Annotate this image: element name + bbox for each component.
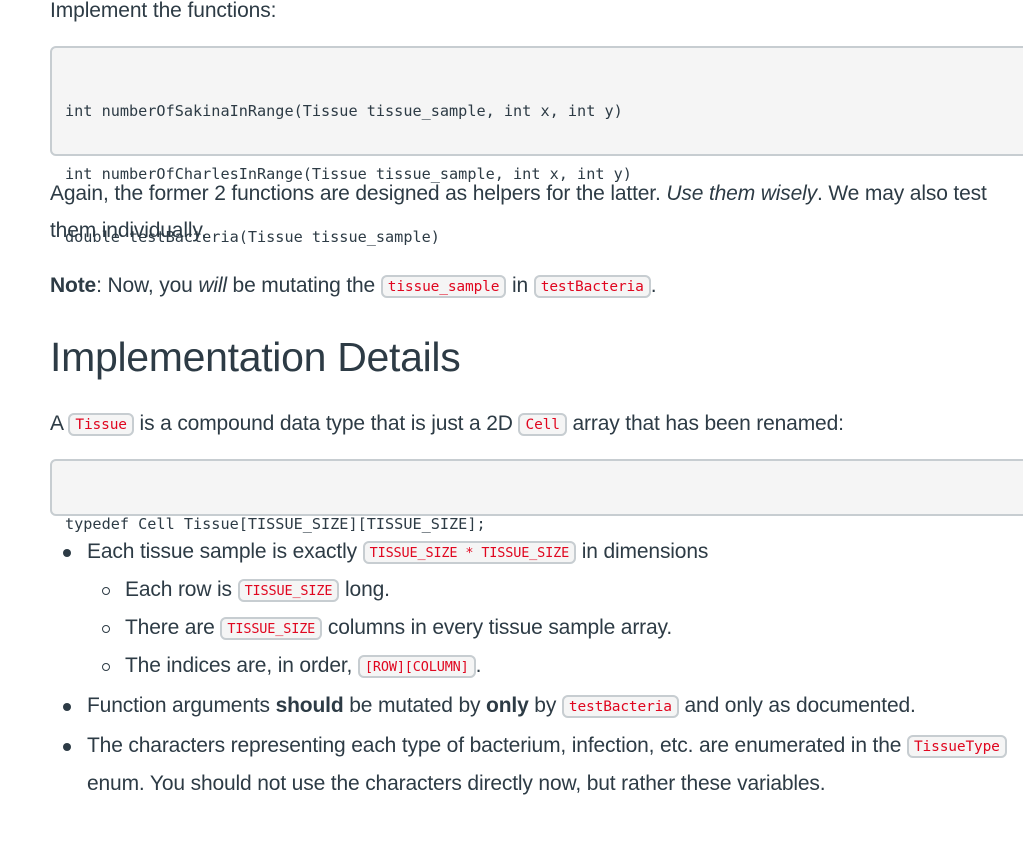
inline-code: TISSUE_SIZE * TISSUE_SIZE [362, 541, 577, 564]
text: The characters representing each type of… [87, 734, 907, 757]
function-signatures-code-block: int numberOfSakinaInRange(Tissue tissue_… [50, 46, 1023, 246]
text: enum. You should not use the characters … [87, 772, 826, 795]
inline-code-test-bacteria: testBacteria [533, 275, 651, 298]
text: in dimensions [576, 540, 709, 563]
list-item: The characters representing each type of… [63, 728, 1023, 802]
helpers-paragraph: Again, the former 2 functions are design… [50, 175, 1010, 249]
bold-text: should [275, 694, 344, 717]
text: long. [339, 578, 390, 601]
note-paragraph: Note: Now, you will be mutating the tiss… [50, 267, 1010, 307]
typedef-code-block: typedef Cell Tissue[TISSUE_SIZE][TISSUE_… [50, 459, 1023, 533]
text: . [475, 654, 482, 677]
tissue-definition-paragraph: A Tissue is a compound data type that is… [50, 405, 1010, 445]
circle-bullet-icon [102, 663, 110, 671]
inline-code: [ROW][COLUMN] [357, 655, 476, 678]
sub-list-item: The indices are, in order, [ROW][COLUMN]… [102, 648, 1023, 686]
text: Each tissue sample is exactly [87, 540, 363, 563]
note-label: Note [50, 274, 97, 297]
text: array that has been renamed: [566, 412, 844, 435]
sub-list-item: Each row is TISSUE_SIZE long. [102, 572, 1023, 610]
emphasis-text: Use them wisely [666, 182, 818, 205]
text: Function arguments [87, 694, 276, 717]
text: : Now, you [96, 274, 199, 297]
intro-text: Implement the functions: [50, 0, 277, 22]
inline-code: TissueType [906, 735, 1007, 758]
inline-code: TISSUE_SIZE [237, 579, 340, 602]
text: in [506, 274, 534, 297]
text: There are [125, 616, 221, 639]
text: is a compound data type that is just a 2… [133, 412, 519, 435]
text: be mutating the [226, 274, 381, 297]
section-heading: Implementation Details [50, 334, 461, 380]
text: The indices are, in order, [125, 654, 358, 677]
text: by [528, 694, 562, 717]
sub-list: Each row is TISSUE_SIZE long. There are … [87, 572, 1023, 686]
text: A [50, 412, 69, 435]
text: Again, the former 2 functions are design… [50, 182, 667, 205]
emphasis-text: will [198, 274, 227, 297]
code-line: int numberOfSakinaInRange(Tissue tissue_… [65, 102, 623, 120]
inline-code-tissue: Tissue [68, 413, 134, 436]
text: be mutated by [343, 694, 487, 717]
details-list: Each tissue sample is exactly TISSUE_SIZ… [50, 534, 1023, 802]
list-item: Function arguments should be mutated by … [63, 688, 1023, 726]
circle-bullet-icon [102, 625, 110, 633]
bold-text: only [486, 694, 529, 717]
text: . [650, 274, 657, 297]
bullet-icon [63, 743, 71, 751]
inline-code-tissue-sample: tissue_sample [380, 275, 507, 298]
text: columns in every tissue sample array. [322, 616, 673, 639]
inline-code: testBacteria [561, 695, 679, 718]
bullet-icon [63, 549, 71, 557]
inline-code: TISSUE_SIZE [220, 617, 323, 640]
bullet-icon [63, 703, 71, 711]
inline-code-cell: Cell [518, 413, 567, 436]
text: Each row is [125, 578, 238, 601]
text: and only as documented. [678, 694, 916, 717]
list-item: Each tissue sample is exactly TISSUE_SIZ… [63, 534, 1023, 686]
circle-bullet-icon [102, 587, 110, 595]
sub-list-item: There are TISSUE_SIZE columns in every t… [102, 610, 1023, 648]
